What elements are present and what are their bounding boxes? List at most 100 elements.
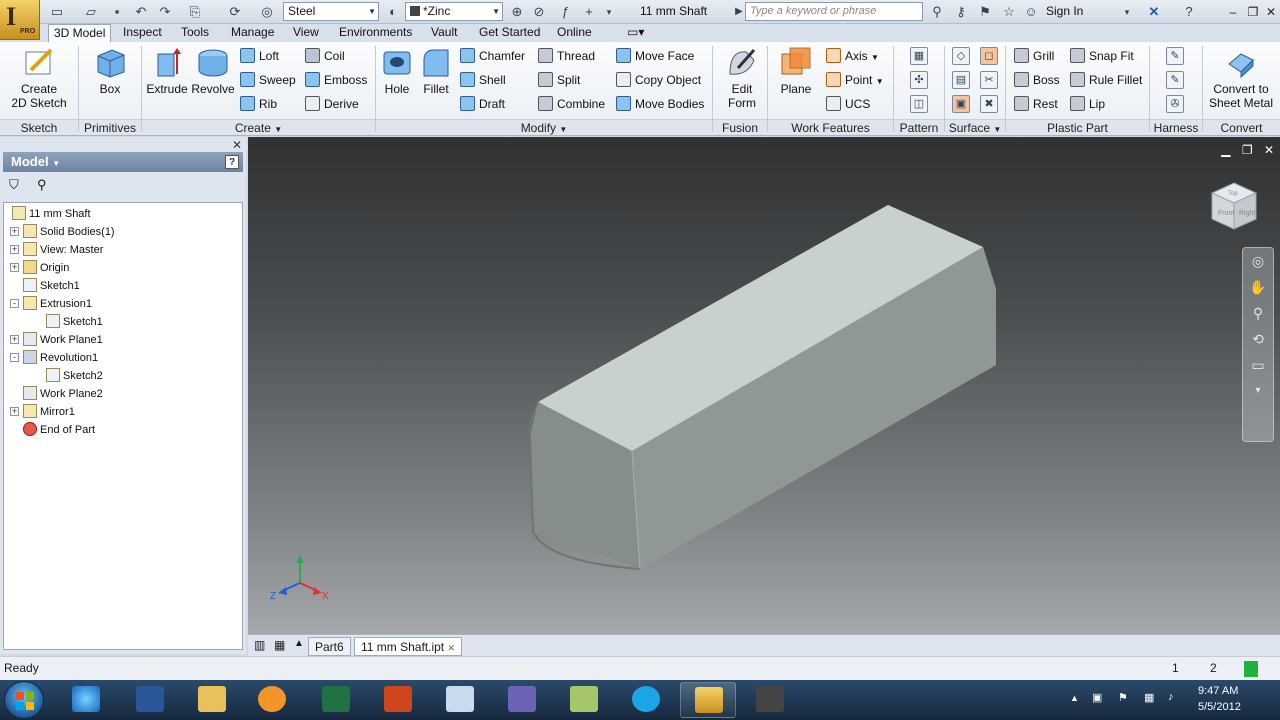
viewport-minimize-icon[interactable]: ▁ [1221,143,1230,157]
draft-button[interactable]: Draft [460,94,505,114]
boundary-patch-icon[interactable]: ◻ [980,47,998,65]
harness-segment-icon[interactable]: ✇ [1166,95,1184,113]
tree-node[interactable]: 11 mm Shaft [12,205,91,223]
graphics-viewport[interactable]: Front Right Top ◎ ✋ ⚲ ⟲ ▭ ▾ ▁ ❐ ✕ X Z [248,137,1280,634]
create-2d-sketch-button[interactable]: Create 2D Sketch [6,46,72,110]
boss-button[interactable]: Boss [1014,70,1060,90]
box-primitive-button[interactable]: Box [88,46,132,96]
binoculars-find-icon[interactable]: ⚲ [37,177,47,193]
emboss-button[interactable]: Emboss [305,70,367,90]
tree-node[interactable]: End of Part [10,421,95,439]
save-icon[interactable]: ▪ [108,3,126,21]
tree-node[interactable]: - Revolution1 [10,349,98,367]
delete-face-icon[interactable]: ✖ [980,95,998,113]
tree-node[interactable]: + View: Master [10,241,103,259]
revolve-button[interactable]: Revolve [190,46,236,96]
browser-header[interactable]: Model ▼ ? [3,152,243,172]
user-icon[interactable]: ☺ [1022,3,1040,21]
grill-button[interactable]: Grill [1014,46,1054,66]
exchange-x-icon[interactable]: ✕ [1145,3,1163,21]
tree-node[interactable]: - Extrusion1 [10,295,92,313]
tile-horizontal-icon[interactable]: ▦ [274,638,285,652]
trim-icon[interactable]: ✂ [980,71,998,89]
viewport-restore-icon[interactable]: ❐ [1242,143,1253,157]
steering-wheel-icon[interactable]: ◎ [1243,248,1273,274]
snipping-tool-taskbar-icon[interactable] [432,682,488,718]
subscription-icon[interactable]: ⚑ [976,3,994,21]
split-button[interactable]: Split [538,70,580,90]
color-override-icon[interactable]: ⊘ [530,3,548,21]
point-button[interactable]: Point ▼ [826,70,884,90]
powerpoint-taskbar-icon[interactable] [370,682,426,718]
inventor-taskbar-icon[interactable] [680,682,736,718]
viewport-close-icon[interactable]: ✕ [1264,143,1274,157]
convert-to-sheet-metal-button[interactable]: Convert to Sheet Metal [1206,46,1276,110]
start-button[interactable] [4,681,44,719]
tab-view[interactable]: View [288,24,324,42]
function-icon[interactable]: ƒ [556,3,574,21]
open-file-icon[interactable]: ▱ [82,3,100,21]
appearance-select[interactable]: *Zinc ▼ [405,2,503,21]
doc-tab-close-icon[interactable]: ✕ [448,643,456,653]
derive-button[interactable]: Derive [305,94,359,114]
panel-title-surface[interactable]: Surface ▼ [945,119,1005,135]
explorer-taskbar-icon[interactable] [184,682,240,718]
sign-in-link[interactable]: Sign In [1046,4,1083,18]
expand-icon[interactable]: + [10,263,19,272]
measure-icon[interactable]: ⊕ [508,3,526,21]
shell-button[interactable]: Shell [460,70,506,90]
tree-node[interactable]: + Origin [10,259,69,277]
browser-close-icon[interactable]: ✕ [232,138,242,152]
excel-taskbar-icon[interactable] [308,682,364,718]
update-icon[interactable]: ⟳ [226,3,244,21]
expand-icon[interactable]: + [10,335,19,344]
harness-wire-icon[interactable]: ✎ [1166,47,1184,65]
look-at-icon[interactable]: ▭ [1243,352,1273,378]
tab-environments[interactable]: Environments [334,24,417,42]
media-player-taskbar-icon[interactable] [244,682,300,718]
favorites-star-icon[interactable]: ☆ [1000,3,1018,21]
hole-button[interactable]: Hole [380,46,414,96]
tab-list-up-icon[interactable]: ▲ [294,638,304,649]
tree-node[interactable]: Sketch2 [46,367,103,385]
clock-date[interactable]: 5/5/2012 [1198,701,1241,713]
internet-explorer-taskbar-icon[interactable] [58,682,114,718]
thread-button[interactable]: Thread [538,46,595,66]
expand-icon[interactable]: + [10,245,19,254]
pan-hand-icon[interactable]: ✋ [1243,274,1273,300]
tab-online[interactable]: Online [552,24,597,42]
move-face-button[interactable]: Move Face [616,46,694,66]
doc-tab-part6[interactable]: Part6 [308,637,351,656]
orbit-icon[interactable]: ⟲ [1243,326,1273,352]
add-icon[interactable]: + [580,3,598,21]
snap-fit-button[interactable]: Snap Fit [1070,46,1134,66]
new-file-icon[interactable]: ▭ [48,3,66,21]
doc-tab-11mm-shaft[interactable]: 11 mm Shaft.ipt ✕ [354,637,463,656]
navbar-menu-icon[interactable]: ▾ [1243,378,1273,404]
loft-button[interactable]: Loft [240,46,279,66]
application-menu-button[interactable]: I PRO [0,0,40,40]
tray-device-icon[interactable]: ⚑ [1118,691,1128,704]
show-hidden-icons-icon[interactable]: ▲ [1070,693,1079,703]
calculator-taskbar-icon[interactable] [494,682,550,718]
material-select[interactable]: Steel ▼ [283,2,379,21]
shaft-model[interactable] [248,137,1280,634]
fillet-button[interactable]: Fillet [418,46,454,96]
search-input[interactable]: Type a keyword or phrase [745,2,923,21]
tab-manage[interactable]: Manage [226,24,279,42]
extrude-button[interactable]: Extrude [146,46,188,96]
rectangular-pattern-icon[interactable]: ▦ [910,47,928,65]
tab-vault[interactable]: Vault [426,24,462,42]
tab-get-started[interactable]: Get Started [474,24,545,42]
tab-3d-model[interactable]: 3D Model [48,24,112,42]
ribbon-options-icon[interactable]: ▭▾ [622,24,649,42]
panel-title-sketch[interactable]: Sketch [0,119,78,135]
viewcube-icon[interactable]: Front Right Top [1206,179,1262,235]
tree-node[interactable]: + Solid Bodies(1) [10,223,115,241]
tile-vertical-icon[interactable]: ▥ [254,638,265,652]
mirror-icon[interactable]: ◫ [910,95,928,113]
panel-title-create[interactable]: Create ▼ [142,119,375,135]
clock-time[interactable]: 9:47 AM [1198,685,1238,697]
return-icon[interactable]: ⎘ [186,3,204,21]
redo-icon[interactable]: ↷ [156,3,174,21]
